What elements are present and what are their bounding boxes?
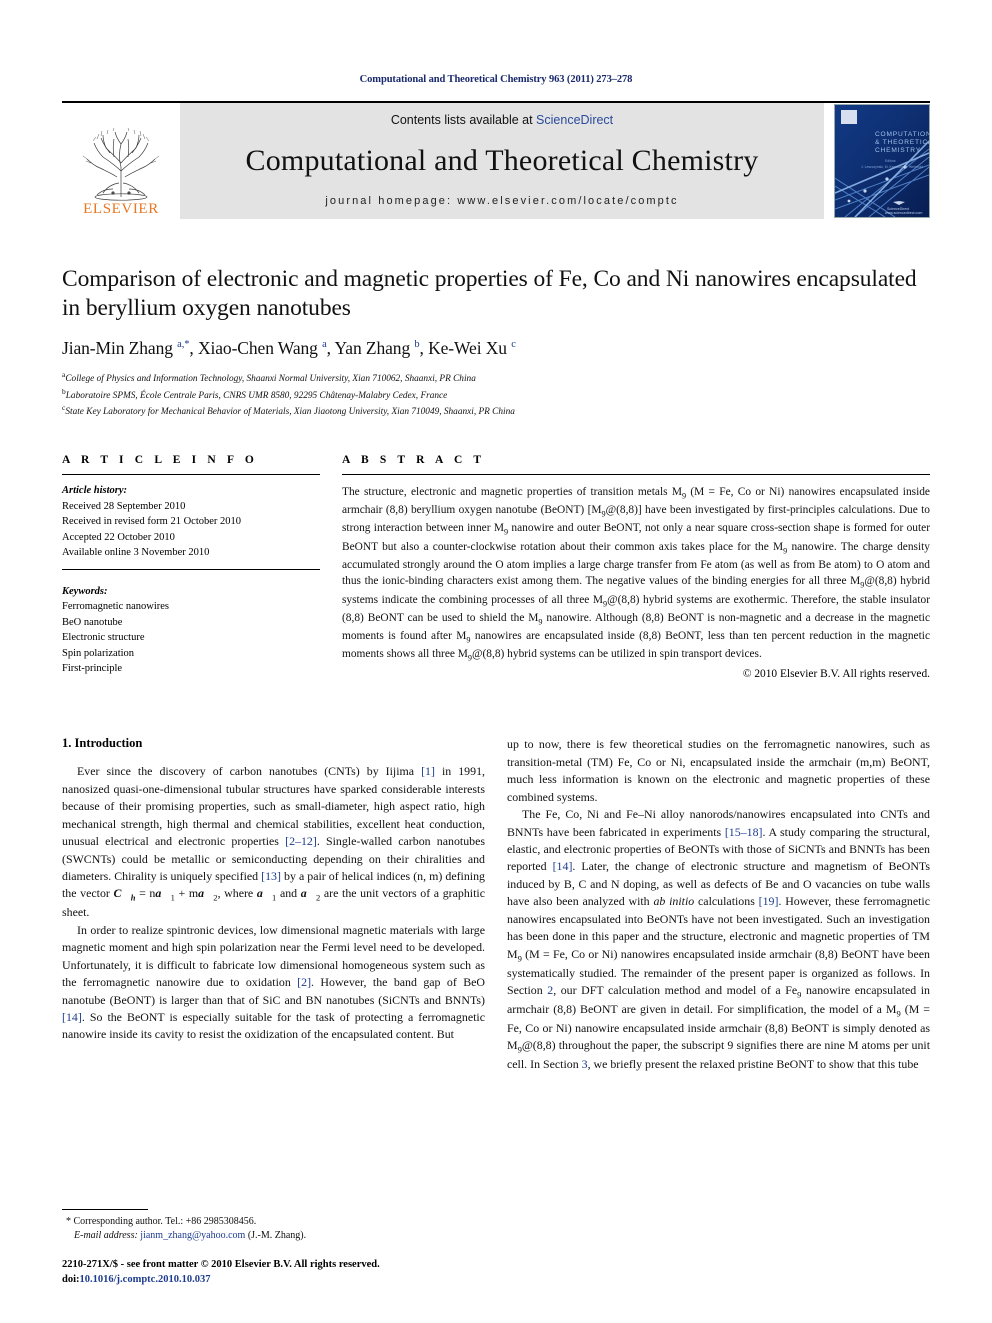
- masthead-center: Contents lists available at ScienceDirec…: [180, 103, 824, 219]
- email-link[interactable]: jianm_zhang@yahoo.com: [140, 1230, 245, 1241]
- info-and-abstract: A R T I C L E I N F O Article history: R…: [62, 454, 930, 680]
- article-history-title: Article history:: [62, 485, 128, 496]
- email-note: E-mail address: jianm_zhang@yahoo.com (J…: [62, 1229, 492, 1244]
- keyword-item: First-principle: [62, 663, 123, 675]
- affiliation-text-a: College of Physics and Information Techn…: [65, 374, 476, 385]
- doi-prefix: doi:: [62, 1273, 80, 1285]
- history-item: Received in revised form 21 October 2010: [62, 516, 242, 528]
- title-block: Comparison of electronic and magnetic pr…: [62, 265, 930, 420]
- keywords-block: Keywords: Ferromagnetic nanowires BeO na…: [62, 584, 320, 677]
- sciencedirect-link[interactable]: ScienceDirect: [536, 113, 613, 127]
- abstract-column: A B S T R A C T The structure, electroni…: [342, 454, 930, 680]
- history-item: Accepted 22 October 2010: [62, 531, 175, 543]
- elsevier-wordmark: ELSEVIER: [83, 201, 159, 217]
- abstract-rule: [342, 474, 930, 475]
- section-heading-introduction: 1. Introduction: [62, 736, 143, 751]
- keywords-rule: [62, 568, 320, 570]
- paragraph: The Fe, Co, Ni and Fe–Ni alloy nanorods/…: [507, 807, 931, 1072]
- footnote-rule: [62, 1208, 148, 1210]
- journal-title: Computational and Theoretical Chemistry: [245, 144, 759, 177]
- svg-text:CHEMISTRY: CHEMISTRY: [875, 147, 921, 154]
- contents-available-line: Contents lists available at ScienceDirec…: [391, 113, 613, 127]
- keyword-item: Spin polarization: [62, 647, 135, 659]
- corresponding-author-note: * Corresponding author. Tel.: +86 298530…: [66, 1215, 257, 1227]
- svg-text:J. Leszczynski, M. Karelson, C: J. Leszczynski, M. Karelson, C. Weinhold: [861, 165, 923, 169]
- elsevier-logo: ELSEVIER: [62, 103, 180, 219]
- cover-artwork-icon: COMPUTATIONAL & THEORETICAL CHEMISTRY Ed…: [835, 105, 929, 217]
- keyword-item: Electronic structure: [62, 632, 145, 644]
- author-list: Jian-Min Zhang a,*, Xiao-Chen Wang a, Ya…: [62, 338, 516, 359]
- article-history-block: Article history: Received 28 September 2…: [62, 483, 320, 561]
- paragraph: up to now, there is few theoretical stud…: [507, 737, 930, 804]
- body-column-right: up to now, there is few theoretical stud…: [507, 736, 930, 1073]
- affiliation-c: cState Key Laboratory for Mechanical Beh…: [62, 403, 930, 420]
- svg-text:Editors: Editors: [885, 159, 896, 163]
- keyword-item: Ferromagnetic nanowires: [62, 601, 170, 613]
- elsevier-tree-icon: [82, 127, 160, 201]
- journal-homepage-line[interactable]: journal homepage: www.elsevier.com/locat…: [325, 195, 678, 207]
- article-info-heading: A R T I C L E I N F O: [62, 454, 258, 466]
- footnote-block: * Corresponding author. Tel.: +86 298530…: [62, 1208, 492, 1287]
- svg-text:www.sciencedirect.com: www.sciencedirect.com: [885, 211, 922, 215]
- doi-link[interactable]: 10.1016/j.comptc.2010.10.037: [80, 1274, 211, 1285]
- doi-line: doi:10.1016/j.comptc.2010.10.037: [62, 1272, 492, 1287]
- page-title: Comparison of electronic and magnetic pr…: [62, 266, 917, 321]
- body-column-left: 1. Introduction Ever since the discovery…: [62, 736, 485, 1073]
- article-info-rule: [62, 474, 320, 475]
- affiliation-list: aCollege of Physics and Information Tech…: [62, 370, 930, 420]
- affiliation-text-c: State Key Laboratory for Mechanical Beha…: [65, 407, 515, 418]
- email-suffix: (J.-M. Zhang).: [247, 1230, 307, 1242]
- article-body: 1. Introduction Ever since the discovery…: [62, 736, 930, 1073]
- keyword-item: BeO nanotube: [62, 616, 123, 628]
- affiliation-a: aCollege of Physics and Information Tech…: [62, 370, 930, 387]
- imprint-block: 2210-271X/$ - see front matter © 2010 El…: [62, 1257, 492, 1287]
- contents-prefix: Contents lists available at: [390, 113, 537, 127]
- svg-text:COMPUTATIONAL: COMPUTATIONAL: [875, 131, 929, 138]
- paragraph: In order to realize spintronic devices, …: [62, 922, 485, 1042]
- issn-copyright-line: 2210-271X/$ - see front matter © 2010 El…: [62, 1258, 380, 1270]
- keywords-title: Keywords:: [62, 585, 108, 597]
- running-head: Computational and Theoretical Chemistry …: [359, 74, 633, 85]
- email-label: E-mail address:: [74, 1230, 138, 1242]
- abstract-text: The structure, electronic and magnetic p…: [342, 486, 931, 663]
- journal-masthead: ELSEVIER Contents lists available at Sci…: [62, 101, 930, 219]
- paragraph: Ever since the discovery of carbon nanot…: [62, 764, 485, 920]
- history-item: Available online 3 November 2010: [62, 547, 210, 559]
- copyright-line: © 2010 Elsevier B.V. All rights reserved…: [742, 668, 930, 681]
- article-info-column: A R T I C L E I N F O Article history: R…: [62, 454, 320, 680]
- history-item: Received 28 September 2010: [62, 500, 186, 512]
- journal-cover-thumbnail: COMPUTATIONAL & THEORETICAL CHEMISTRY Ed…: [834, 104, 930, 218]
- affiliation-text-b: Laboratoire SPMS, École Centrale Paris, …: [65, 390, 448, 401]
- journal-article-page: Computational and Theoretical Chemistry …: [0, 0, 992, 1323]
- abstract-heading: A B S T R A C T: [342, 454, 486, 466]
- affiliation-b: bLaboratoire SPMS, École Centrale Paris,…: [62, 387, 930, 404]
- svg-text:& THEORETICAL: & THEORETICAL: [875, 139, 929, 146]
